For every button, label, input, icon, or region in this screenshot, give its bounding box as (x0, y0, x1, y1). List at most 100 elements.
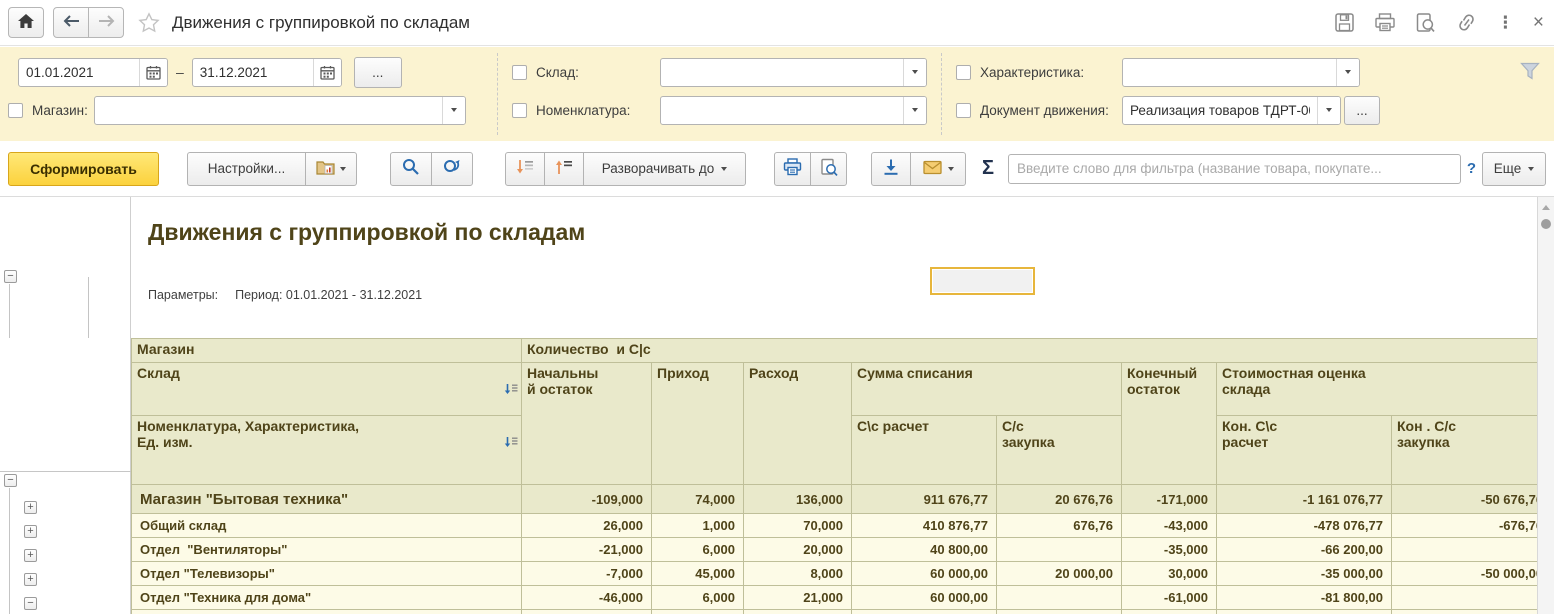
cell-closing-purchase[interactable]: -50 676,76 (1392, 485, 1538, 514)
movement-doc-input[interactable] (1123, 97, 1317, 124)
report-title[interactable]: Движения с группировкой по складам (148, 219, 585, 246)
save-file-button[interactable] (871, 152, 911, 186)
expand-row-button[interactable] (24, 525, 37, 538)
chevron-down-icon[interactable] (442, 97, 465, 124)
cell-opening[interactable]: -61,000 (522, 610, 652, 614)
chevron-down-icon[interactable] (903, 59, 926, 86)
chevron-down-icon[interactable] (903, 97, 926, 124)
header-warehouse[interactable]: Склад (132, 363, 522, 416)
characteristic-checkbox[interactable] (956, 65, 971, 80)
cell-closing-purchase[interactable] (1392, 586, 1538, 610)
nomenclature-input[interactable] (661, 97, 903, 124)
store-input[interactable] (95, 97, 442, 124)
sort-descending-icon[interactable] (450, 367, 518, 415)
cell-closing-calc[interactable]: -500 000,00 (1217, 610, 1392, 614)
cell-outflow[interactable]: 70,000 (744, 514, 852, 538)
cell-writeoff-calc[interactable]: 340 000,00 (852, 610, 997, 614)
print-preview-button[interactable] (810, 152, 847, 186)
cell-writeoff-calc[interactable]: 410 876,77 (852, 514, 997, 538)
cell-inflow[interactable]: 16,000 (652, 610, 744, 614)
back-button[interactable] (53, 7, 89, 38)
search-next-button[interactable] (431, 152, 473, 186)
row-label-cell[interactable]: Отдел "Телевизоры" (132, 562, 522, 586)
calendar-icon[interactable] (139, 59, 167, 86)
header-cost-purchase[interactable]: С/с закупка (997, 416, 1122, 485)
cell-writeoff-purchase[interactable]: 20 676,76 (997, 485, 1122, 514)
header-cost-calc[interactable]: С\с расчет (852, 416, 997, 485)
cell-closing[interactable]: -171,000 (1122, 485, 1217, 514)
selected-cell[interactable] (930, 267, 1035, 295)
period-more-button[interactable]: ... (354, 57, 402, 88)
row-label-cell[interactable]: Отдел "Техника для дома" (132, 586, 522, 610)
expand-row-button[interactable] (24, 501, 37, 514)
cell-writeoff-purchase[interactable] (997, 586, 1122, 610)
cell-closing[interactable]: -62,000 (1122, 610, 1217, 614)
header-writeoff-total[interactable]: Сумма списания (852, 363, 1122, 416)
vertical-scrollbar[interactable] (1537, 197, 1554, 614)
report-parameters[interactable]: Параметры:Период: 01.01.2021 - 31.12.202… (148, 288, 422, 302)
header-store[interactable]: Магазин (132, 339, 522, 363)
expand-all-button[interactable] (505, 152, 545, 186)
scroll-up-icon[interactable] (1542, 205, 1550, 210)
favorite-star-icon[interactable] (138, 12, 160, 33)
calendar-icon[interactable] (313, 59, 341, 86)
cell-inflow[interactable]: 45,000 (652, 562, 744, 586)
forward-button[interactable] (88, 7, 124, 38)
header-closing-cost-calc[interactable]: Кон. С\с расчет (1217, 416, 1392, 485)
header-stock-valuation[interactable]: Стоимостная оценка склада (1217, 363, 1538, 416)
header-outflow[interactable]: Расход (744, 363, 852, 485)
characteristic-input[interactable] (1123, 59, 1336, 86)
help-button[interactable]: ? (1467, 160, 1476, 177)
cell-writeoff-calc[interactable]: 60 000,00 (852, 562, 997, 586)
collapse-row-button[interactable] (24, 597, 37, 610)
cell-closing-calc[interactable]: -1 161 076,77 (1217, 485, 1392, 514)
cell-outflow[interactable]: 136,000 (744, 485, 852, 514)
close-icon[interactable]: × (1533, 13, 1544, 32)
preview-icon[interactable] (1415, 12, 1436, 34)
quick-filter-input[interactable] (1008, 154, 1461, 184)
movement-doc-checkbox[interactable] (956, 103, 971, 118)
header-inflow[interactable]: Приход (652, 363, 744, 485)
header-opening-balance[interactable]: Начальны й остаток (522, 363, 652, 485)
store-checkbox[interactable] (8, 103, 23, 118)
sort-descending-icon[interactable] (450, 420, 518, 468)
cell-writeoff-calc[interactable]: 40 800,00 (852, 538, 997, 562)
cell-closing-calc[interactable]: -66 200,00 (1217, 538, 1392, 562)
cell-outflow[interactable]: 17,000 (744, 610, 852, 614)
cell-closing-purchase[interactable]: -50 000,00 (1392, 562, 1538, 586)
expand-to-button[interactable]: Разворачивать до (583, 152, 746, 186)
collapse-all-button[interactable] (544, 152, 584, 186)
settings-button[interactable]: Настройки... (187, 152, 306, 186)
header-closing-cost-purchase[interactable]: Кон . С/с закупка (1392, 416, 1538, 485)
print-button[interactable] (774, 152, 811, 186)
row-label-cell[interactable]: Магазин "Бытовая техника" (132, 485, 522, 514)
cell-writeoff-purchase[interactable]: 20 000,00 (997, 562, 1122, 586)
cell-closing-calc[interactable]: -35 000,00 (1217, 562, 1392, 586)
chevron-down-icon[interactable] (1336, 59, 1359, 86)
link-icon[interactable] (1455, 12, 1478, 33)
cell-writeoff-purchase[interactable]: 676,76 (997, 514, 1122, 538)
cell-closing[interactable]: 30,000 (1122, 562, 1217, 586)
cell-writeoff-purchase[interactable] (997, 610, 1122, 614)
cell-opening[interactable]: -46,000 (522, 586, 652, 610)
collapse-group-button[interactable] (4, 474, 17, 487)
cell-outflow[interactable]: 20,000 (744, 538, 852, 562)
scrollbar-thumb[interactable] (1541, 219, 1551, 229)
header-qty-cost[interactable]: Количество и С|с (522, 339, 1538, 363)
generate-button[interactable]: Сформировать (8, 152, 159, 186)
cell-opening[interactable]: -21,000 (522, 538, 652, 562)
row-label-cell[interactable]: Отдел "Вентиляторы" (132, 538, 522, 562)
print-icon[interactable] (1374, 12, 1396, 33)
more-actions-button[interactable]: Еще (1482, 152, 1546, 186)
date-to-input[interactable] (193, 59, 313, 86)
cell-inflow[interactable]: 74,000 (652, 485, 744, 514)
cell-outflow[interactable]: 21,000 (744, 586, 852, 610)
collapse-section-button[interactable] (4, 270, 17, 283)
cell-closing-purchase[interactable] (1392, 610, 1538, 614)
cell-inflow[interactable]: 6,000 (652, 586, 744, 610)
more-menu-icon[interactable]: ⋮ (1497, 14, 1514, 31)
save-icon[interactable] (1334, 12, 1355, 33)
date-from-input[interactable] (19, 59, 139, 86)
cell-closing-purchase[interactable]: -676,76 (1392, 514, 1538, 538)
warehouse-checkbox[interactable] (512, 65, 527, 80)
